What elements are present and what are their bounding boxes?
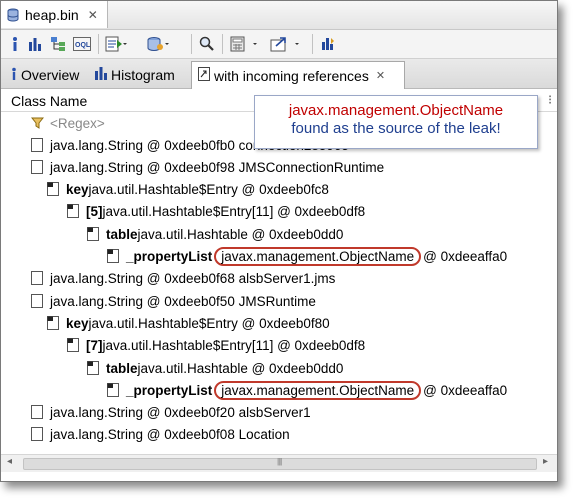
table-row[interactable]: java.lang.String @ 0xdeeb0f98 JMSConnect… [31, 156, 384, 178]
table-row[interactable]: key java.util.Hashtable$Entry @ 0xdeeb0f… [47, 179, 329, 201]
pin-icon[interactable] [319, 35, 337, 52]
field-name: _propertyList [126, 249, 213, 264]
highlighted-class-name: javax.management.ObjectName [214, 380, 422, 400]
reference-icon [107, 382, 120, 398]
reference-icon [47, 182, 60, 197]
object-icon [31, 271, 44, 286]
tab-incoming-references[interactable]: with incoming references ✕ [191, 61, 405, 89]
object-icon [31, 405, 44, 420]
view-tabs: Overview Histogram with incoming referen… [1, 59, 557, 89]
database-icon [7, 8, 19, 21]
object-icon [31, 293, 44, 309]
file-tab-label: heap.bin [25, 6, 79, 23]
field-name: key [66, 315, 89, 331]
oql-icon[interactable]: OQL [73, 35, 91, 52]
reference-icon [47, 315, 60, 331]
regex-row[interactable]: <Regex> [30, 112, 105, 134]
field-name: [7] [86, 338, 103, 354]
svg-text:OQL: OQL [75, 42, 91, 49]
row-text: java.lang.String @ 0xdeeb0f68 alsbServer… [50, 271, 336, 287]
object-icon [31, 159, 44, 175]
reference-icon [67, 338, 80, 353]
row-text: java.lang.String @ 0xdeeb0f98 JMSConnect… [50, 159, 385, 175]
reference-icon [87, 360, 100, 376]
export-icon[interactable] [270, 35, 300, 52]
horizontal-scrollbar[interactable]: ◂ |||| ▸ [1, 454, 557, 472]
field-name: table [106, 226, 138, 242]
row-text: java.util.Hashtable$Entry @ 0xdeeb0fc8 [88, 182, 329, 198]
row-text: java.util.Hashtable$Entry[11] @ 0xdeeb0d… [102, 338, 366, 354]
column-header-class-name[interactable]: Class Name [11, 93, 87, 109]
object-icon [31, 137, 44, 153]
calculator-icon[interactable] [230, 35, 258, 52]
field-name: table [106, 360, 138, 376]
row-text: java.util.Hashtable @ 0xdeeb0dd0 [137, 360, 344, 376]
tab-histogram[interactable]: Histogram [93, 62, 175, 88]
callout-line-1: javax.management.ObjectName [288, 102, 504, 119]
document-icon [198, 67, 210, 84]
field-name: key [66, 182, 89, 198]
info-icon[interactable] [9, 35, 21, 52]
filter-icon [30, 116, 45, 131]
table-row[interactable]: table java.util.Hashtable @ 0xdeeb0dd0 [87, 357, 343, 379]
app-window: heap.bin ✕ OQL Overview Histogram with i… [0, 0, 558, 482]
callout-line-2: found as the source of the leak! [291, 120, 501, 137]
toolbar: OQL [1, 30, 557, 59]
row-text: @ 0xdeeaffa0 [423, 382, 508, 398]
heap-dump-icon[interactable] [146, 35, 170, 52]
table-row[interactable]: java.lang.String @ 0xdeeb0f50 JMSRuntime [31, 290, 316, 312]
editor-tabbar: heap.bin ✕ [1, 1, 557, 30]
table-row[interactable]: java.lang.String @ 0xdeeb0f08 Location [31, 424, 290, 446]
search-icon[interactable] [198, 35, 214, 52]
table-row[interactable]: java.lang.String @ 0xdeeb0f68 alsbServer… [31, 268, 335, 290]
histogram-icon[interactable] [27, 35, 43, 52]
close-icon[interactable]: ✕ [376, 69, 385, 82]
info-icon [11, 67, 17, 84]
annotation-callout: javax.management.ObjectName found as the… [254, 95, 538, 149]
row-text: @ 0xdeeaffa0 [423, 249, 508, 264]
tab-incoming-references-label: with incoming references [214, 67, 369, 84]
reference-icon [67, 204, 80, 219]
reference-icon [107, 249, 120, 264]
field-name: [5] [86, 204, 103, 220]
table-row[interactable]: key java.util.Hashtable$Entry @ 0xdeeb0f… [47, 312, 330, 334]
scroll-right-icon[interactable]: ▸ [543, 456, 548, 467]
table-row[interactable]: _propertyList javax.management.ObjectName… [107, 379, 507, 401]
tab-histogram-label: Histogram [111, 67, 175, 83]
grip-icon: |||| [277, 457, 282, 466]
close-icon[interactable]: ✕ [88, 8, 98, 22]
row-text: java.util.Hashtable$Entry[11] @ 0xdeeb0d… [102, 204, 366, 220]
column-separator: ⁝ [548, 92, 553, 107]
reference-icon [87, 226, 100, 242]
highlighted-class-name: javax.management.ObjectName [214, 247, 422, 266]
tab-overview-label: Overview [21, 67, 80, 83]
scroll-left-icon[interactable]: ◂ [7, 456, 12, 467]
row-text: java.util.Hashtable$Entry @ 0xdeeb0f80 [88, 315, 330, 331]
row-text: java.lang.String @ 0xdeeb0f20 alsbServer… [50, 405, 311, 421]
run-report-icon[interactable] [105, 35, 127, 52]
tab-overview[interactable]: Overview [5, 62, 79, 88]
row-text: java.lang.String @ 0xdeeb0f50 JMSRuntime [50, 293, 316, 309]
table-row[interactable]: [7] java.util.Hashtable$Entry[11] @ 0xde… [67, 335, 365, 357]
dominator-tree-icon[interactable] [50, 35, 66, 52]
table-row[interactable]: [5] java.util.Hashtable$Entry[11] @ 0xde… [67, 201, 365, 223]
table-row[interactable]: _propertyList javax.management.ObjectName… [107, 246, 507, 268]
table-row[interactable]: table java.util.Hashtable @ 0xdeeb0dd0 [87, 223, 343, 245]
row-text: java.util.Hashtable @ 0xdeeb0dd0 [137, 226, 344, 242]
field-name: _propertyList [126, 382, 213, 398]
histogram-icon [95, 67, 107, 83]
regex-placeholder: <Regex> [50, 115, 105, 131]
row-text: java.lang.String @ 0xdeeb0f08 Location [50, 427, 290, 443]
file-tab[interactable]: heap.bin ✕ [1, 1, 108, 28]
table-row[interactable]: java.lang.String @ 0xdeeb0f20 alsbServer… [31, 402, 311, 424]
object-icon [31, 427, 44, 442]
